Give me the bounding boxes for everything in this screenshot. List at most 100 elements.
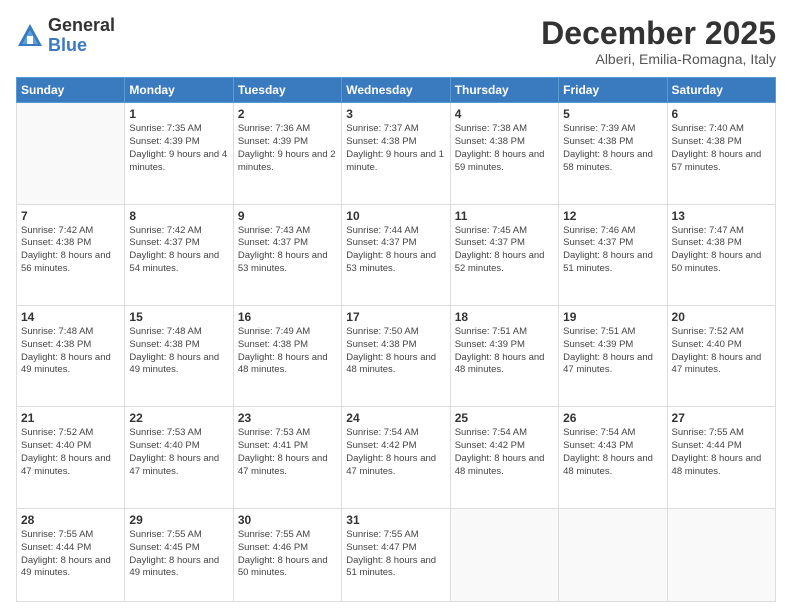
day-number: 28 xyxy=(21,513,120,527)
day-info: Sunrise: 7:55 AMSunset: 4:46 PMDaylight:… xyxy=(238,529,337,580)
day-info: Sunrise: 7:54 AMSunset: 4:42 PMDaylight:… xyxy=(346,427,445,478)
day-info: Sunrise: 7:52 AMSunset: 4:40 PMDaylight:… xyxy=(21,427,120,478)
day-number: 1 xyxy=(129,107,228,121)
logo-general: General xyxy=(48,16,115,36)
day-info: Sunrise: 7:55 AMSunset: 4:45 PMDaylight:… xyxy=(129,529,228,580)
calendar-cell: 30 Sunrise: 7:55 AMSunset: 4:46 PMDayligh… xyxy=(233,508,341,601)
calendar-cell: 31 Sunrise: 7:55 AMSunset: 4:47 PMDayligh… xyxy=(342,508,450,601)
day-number: 6 xyxy=(672,107,771,121)
day-number: 26 xyxy=(563,411,662,425)
calendar-cell: 13 Sunrise: 7:47 AMSunset: 4:38 PMDayligh… xyxy=(667,204,775,305)
calendar-cell xyxy=(559,508,667,601)
day-number: 14 xyxy=(21,310,120,324)
day-info: Sunrise: 7:55 AMSunset: 4:47 PMDaylight:… xyxy=(346,529,445,580)
calendar-cell: 26Sunrise: 7:54 AMSunset: 4:43 PMDayligh… xyxy=(559,407,667,508)
day-number: 21 xyxy=(21,411,120,425)
logo: General Blue xyxy=(16,16,115,56)
day-number: 9 xyxy=(238,209,337,223)
day-number: 19 xyxy=(563,310,662,324)
day-info: Sunrise: 7:36 AMSunset: 4:39 PMDaylight:… xyxy=(238,123,337,174)
day-number: 16 xyxy=(238,310,337,324)
day-number: 24 xyxy=(346,411,445,425)
calendar-cell: 7 Sunrise: 7:42 AMSunset: 4:38 PMDaylight… xyxy=(17,204,125,305)
day-number: 29 xyxy=(129,513,228,527)
calendar-cell: 24 Sunrise: 7:54 AMSunset: 4:42 PMDayligh… xyxy=(342,407,450,508)
calendar-cell: 18 Sunrise: 7:51 AMSunset: 4:39 PMDayligh… xyxy=(450,306,558,407)
day-number: 3 xyxy=(346,107,445,121)
weekday-header-sunday: Sunday xyxy=(17,78,125,103)
calendar-cell: 14 Sunrise: 7:48 AMSunset: 4:38 PMDayligh… xyxy=(17,306,125,407)
day-info: Sunrise: 7:52 AMSunset: 4:40 PMDaylight:… xyxy=(672,326,771,377)
calendar-cell: 10 Sunrise: 7:44 AMSunset: 4:37 PMDayligh… xyxy=(342,204,450,305)
calendar-table: SundayMondayTuesdayWednesdayThursdayFrid… xyxy=(16,77,776,602)
day-info: Sunrise: 7:49 AMSunset: 4:38 PMDaylight:… xyxy=(238,326,337,377)
calendar-cell: 3 Sunrise: 7:37 AMSunset: 4:38 PMDaylight… xyxy=(342,103,450,204)
calendar-week-5: 28 Sunrise: 7:55 AMSunset: 4:44 PMDayligh… xyxy=(17,508,776,601)
weekday-header-wednesday: Wednesday xyxy=(342,78,450,103)
day-info: Sunrise: 7:51 AMSunset: 4:39 PMDaylight:… xyxy=(455,326,554,377)
day-number: 23 xyxy=(238,411,337,425)
day-info: Sunrise: 7:55 AMSunset: 4:44 PMDaylight:… xyxy=(21,529,120,580)
day-number: 20 xyxy=(672,310,771,324)
day-number: 18 xyxy=(455,310,554,324)
calendar-cell: 1 Sunrise: 7:35 AMSunset: 4:39 PMDaylight… xyxy=(125,103,233,204)
weekday-header-thursday: Thursday xyxy=(450,78,558,103)
day-info: Sunrise: 7:53 AMSunset: 4:40 PMDaylight:… xyxy=(129,427,228,478)
day-info: Sunrise: 7:45 AMSunset: 4:37 PMDaylight:… xyxy=(455,225,554,276)
day-number: 7 xyxy=(21,209,120,223)
day-info: Sunrise: 7:46 AMSunset: 4:37 PMDaylight:… xyxy=(563,225,662,276)
day-number: 25 xyxy=(455,411,554,425)
month-title: December 2025 xyxy=(541,16,776,51)
calendar-cell xyxy=(450,508,558,601)
day-number: 27 xyxy=(672,411,771,425)
calendar-cell xyxy=(17,103,125,204)
day-number: 13 xyxy=(672,209,771,223)
day-info: Sunrise: 7:51 AMSunset: 4:39 PMDaylight:… xyxy=(563,326,662,377)
calendar-cell: 19 Sunrise: 7:51 AMSunset: 4:39 PMDayligh… xyxy=(559,306,667,407)
calendar-week-4: 21 Sunrise: 7:52 AMSunset: 4:40 PMDayligh… xyxy=(17,407,776,508)
calendar-cell: 20 Sunrise: 7:52 AMSunset: 4:40 PMDayligh… xyxy=(667,306,775,407)
day-info: Sunrise: 7:42 AMSunset: 4:38 PMDaylight:… xyxy=(21,225,120,276)
weekday-header-monday: Monday xyxy=(125,78,233,103)
calendar-cell: 6Sunrise: 7:40 AMSunset: 4:38 PMDaylight… xyxy=(667,103,775,204)
day-number: 15 xyxy=(129,310,228,324)
calendar-cell: 16 Sunrise: 7:49 AMSunset: 4:38 PMDayligh… xyxy=(233,306,341,407)
logo-text: General Blue xyxy=(48,16,115,56)
calendar-cell: 21 Sunrise: 7:52 AMSunset: 4:40 PMDayligh… xyxy=(17,407,125,508)
weekday-header-row: SundayMondayTuesdayWednesdayThursdayFrid… xyxy=(17,78,776,103)
weekday-header-saturday: Saturday xyxy=(667,78,775,103)
calendar-cell: 28 Sunrise: 7:55 AMSunset: 4:44 PMDayligh… xyxy=(17,508,125,601)
calendar-cell: 9 Sunrise: 7:43 AMSunset: 4:37 PMDaylight… xyxy=(233,204,341,305)
day-info: Sunrise: 7:35 AMSunset: 4:39 PMDaylight:… xyxy=(129,123,228,174)
logo-blue: Blue xyxy=(48,36,115,56)
calendar-cell: 11 Sunrise: 7:45 AMSunset: 4:37 PMDayligh… xyxy=(450,204,558,305)
day-info: Sunrise: 7:48 AMSunset: 4:38 PMDaylight:… xyxy=(129,326,228,377)
calendar-cell: 12Sunrise: 7:46 AMSunset: 4:37 PMDayligh… xyxy=(559,204,667,305)
title-section: December 2025 Alberi, Emilia-Romagna, It… xyxy=(541,16,776,67)
day-number: 5 xyxy=(563,107,662,121)
header: General Blue December 2025 Alberi, Emili… xyxy=(16,16,776,67)
page: General Blue December 2025 Alberi, Emili… xyxy=(0,0,792,612)
day-info: Sunrise: 7:37 AMSunset: 4:38 PMDaylight:… xyxy=(346,123,445,174)
day-info: Sunrise: 7:43 AMSunset: 4:37 PMDaylight:… xyxy=(238,225,337,276)
day-info: Sunrise: 7:48 AMSunset: 4:38 PMDaylight:… xyxy=(21,326,120,377)
day-number: 30 xyxy=(238,513,337,527)
calendar-week-2: 7 Sunrise: 7:42 AMSunset: 4:38 PMDaylight… xyxy=(17,204,776,305)
day-number: 11 xyxy=(455,209,554,223)
day-number: 22 xyxy=(129,411,228,425)
day-number: 10 xyxy=(346,209,445,223)
day-number: 2 xyxy=(238,107,337,121)
day-info: Sunrise: 7:47 AMSunset: 4:38 PMDaylight:… xyxy=(672,225,771,276)
calendar-cell: 22 Sunrise: 7:53 AMSunset: 4:40 PMDayligh… xyxy=(125,407,233,508)
location-subtitle: Alberi, Emilia-Romagna, Italy xyxy=(541,51,776,67)
day-info: Sunrise: 7:44 AMSunset: 4:37 PMDaylight:… xyxy=(346,225,445,276)
calendar-cell: 25Sunrise: 7:54 AMSunset: 4:42 PMDayligh… xyxy=(450,407,558,508)
day-number: 17 xyxy=(346,310,445,324)
day-number: 31 xyxy=(346,513,445,527)
day-info: Sunrise: 7:39 AMSunset: 4:38 PMDaylight:… xyxy=(563,123,662,174)
calendar-week-3: 14 Sunrise: 7:48 AMSunset: 4:38 PMDayligh… xyxy=(17,306,776,407)
calendar-cell: 23Sunrise: 7:53 AMSunset: 4:41 PMDayligh… xyxy=(233,407,341,508)
day-number: 4 xyxy=(455,107,554,121)
calendar-cell: 5 Sunrise: 7:39 AMSunset: 4:38 PMDaylight… xyxy=(559,103,667,204)
calendar-week-1: 1 Sunrise: 7:35 AMSunset: 4:39 PMDaylight… xyxy=(17,103,776,204)
